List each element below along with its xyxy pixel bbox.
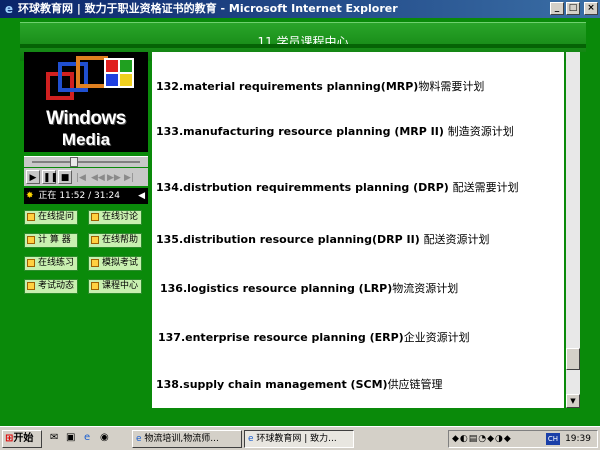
nav-bullet-icon: [27, 258, 35, 267]
term-english: 135.distribution resource planning(DRP I…: [156, 233, 424, 246]
term-english: 134.distrbution requiremments planning (…: [156, 181, 453, 194]
nav-online-question[interactable]: 在线提问: [24, 210, 78, 225]
maximize-button[interactable]: □: [566, 2, 580, 15]
term-chinese: 企业资源计划: [403, 331, 470, 344]
term-chinese: 物料需要计划: [418, 80, 485, 93]
language-indicator[interactable]: CH: [546, 433, 560, 445]
term-english: 137.enterprise resource planning (ERP): [158, 331, 404, 344]
start-button[interactable]: ⊞开始: [2, 430, 42, 448]
player-status: ✸ 正在 11:52 / 31:24 ◀: [24, 188, 148, 204]
nav-bullet-icon: [27, 212, 35, 221]
task-label: 环球教育网 | 致力...: [256, 434, 337, 444]
term-item: 134.distrbution requiremments planning (…: [156, 179, 519, 195]
start-label: 开始: [13, 433, 34, 444]
clock[interactable]: 19:39: [565, 431, 591, 447]
left-panel: Windows Media ▶ ❚❚ ■ |◀ ◀◀ ▶▶ ▶| ✸ 正在 11…: [20, 52, 150, 342]
quicklaunch-desktop-icon[interactable]: ▣: [66, 432, 75, 443]
page-right-edge: [580, 52, 600, 408]
lesson-content: 132.material requirements planning(MRP)物…: [152, 52, 564, 408]
nav-bullet-icon: [27, 281, 35, 290]
seek-bar[interactable]: [24, 156, 148, 167]
quicklaunch-media-icon[interactable]: ◉: [100, 432, 109, 443]
next-icon[interactable]: ▶|: [122, 170, 136, 184]
ie-icon: e: [4, 2, 14, 16]
nav-label: 在线练习: [38, 258, 75, 268]
status-time: 11:52 / 31:24: [59, 191, 120, 201]
term-chinese: 配送需要计划: [452, 181, 519, 194]
term-english: 138.supply chain management (SCM): [156, 378, 388, 391]
nav-bullet-icon: [91, 212, 99, 221]
close-button[interactable]: ×: [584, 2, 598, 15]
volume-icon[interactable]: ◀: [138, 188, 145, 204]
scroll-down-icon[interactable]: ▼: [566, 394, 580, 408]
nav-bullet-icon: [91, 258, 99, 267]
term-chinese: 供应链管理: [387, 378, 443, 391]
term-item: 137.enterprise resource planning (ERP)企业…: [158, 329, 470, 345]
status-label: 正在: [38, 191, 57, 201]
flag-pane-red: [106, 60, 118, 72]
stop-icon[interactable]: ■: [58, 170, 72, 184]
previous-icon[interactable]: |◀: [74, 170, 88, 184]
term-item: 135.distribution resource planning(DRP I…: [156, 231, 490, 247]
taskbar: ⊞开始 ✉ ▣ e ◉ e 物流培训,物流师... e 环球教育网 | 致力..…: [0, 426, 600, 450]
seek-track: [32, 161, 140, 163]
term-english: 133.manufacturing resource planning (MRP…: [156, 125, 448, 138]
logo-windows-text: Windows: [46, 108, 126, 129]
flag-pane-green: [120, 60, 132, 72]
player-controls: ▶ ❚❚ ■ |◀ ◀◀ ▶▶ ▶|: [24, 168, 148, 186]
term-english: 132.material requirements planning(MRP): [156, 80, 419, 93]
task-label: 物流培训,物流师...: [144, 434, 219, 444]
window-title: 环球教育网 | 致力于职业资格证书的教育 - Microsoft Interne…: [18, 2, 398, 15]
fast-forward-icon[interactable]: ▶▶: [106, 170, 121, 184]
status-sun-icon: ✸: [26, 191, 34, 201]
term-item: 136.logistics resource planning (LRP)物流资…: [160, 280, 458, 296]
nav-bullet-icon: [91, 281, 99, 290]
nav-online-discussion[interactable]: 在线讨论: [88, 210, 142, 225]
nav-label: 在线讨论: [102, 212, 139, 222]
play-icon[interactable]: ▶: [26, 170, 40, 184]
header-divider: [20, 44, 586, 48]
nav-label: 在线提问: [38, 212, 75, 222]
seek-thumb[interactable]: [70, 157, 78, 167]
term-item: 132.material requirements planning(MRP)物…: [156, 78, 484, 94]
task-button-edu[interactable]: e 环球教育网 | 致力...: [244, 430, 354, 448]
nav-course-center[interactable]: 课程中心: [88, 279, 142, 294]
nav-online-practice[interactable]: 在线练习: [24, 256, 78, 271]
quicklaunch-outlook-icon[interactable]: ✉: [50, 432, 58, 443]
nav-label: 考试动态: [38, 281, 75, 291]
nav-label: 模拟考试: [102, 258, 139, 268]
term-chinese: 制造资源计划: [447, 125, 514, 138]
nav-label: 课程中心: [102, 281, 139, 291]
nav-label: 在线帮助: [102, 235, 139, 245]
rewind-icon[interactable]: ◀◀: [90, 170, 105, 184]
task-button-logistics[interactable]: e 物流培训,物流师...: [132, 430, 242, 448]
logo-media-text: Media: [61, 130, 111, 149]
minimize-button[interactable]: _: [550, 2, 564, 15]
nav-online-help[interactable]: 在线帮助: [88, 233, 142, 248]
window-titlebar[interactable]: e 环球教育网 | 致力于职业资格证书的教育 - Microsoft Inter…: [0, 0, 600, 18]
tray-icons[interactable]: ◆◐▤◔◆◑◆: [452, 431, 512, 447]
flag-pane-blue: [106, 74, 118, 86]
nav-bullet-icon: [27, 235, 35, 244]
nav-label: 计 算 器: [38, 235, 71, 245]
vertical-scrollbar[interactable]: ▼: [566, 52, 580, 408]
nav-exam-news[interactable]: 考试动态: [24, 279, 78, 294]
term-english: 136.logistics resource planning (LRP): [160, 282, 393, 295]
quicklaunch-ie-icon[interactable]: e: [84, 432, 90, 443]
term-chinese: 配送资源计划: [423, 233, 490, 246]
pause-icon[interactable]: ❚❚: [42, 170, 58, 184]
windows-media-logo: Windows Media: [24, 52, 148, 152]
window-controls: _ □ ×: [550, 2, 598, 15]
term-item: 138.supply chain management (SCM)供应链管理: [156, 376, 443, 392]
nav-bullet-icon: [91, 235, 99, 244]
flag-pane-yellow: [120, 74, 132, 86]
windows-flag-icon: [104, 58, 134, 88]
nav-calculator[interactable]: 计 算 器: [24, 233, 78, 248]
term-chinese: 物流资源计划: [392, 282, 459, 295]
term-item: 133.manufacturing resource planning (MRP…: [156, 123, 514, 139]
scrollbar-thumb[interactable]: [566, 348, 580, 370]
nav-mock-exam[interactable]: 模拟考试: [88, 256, 142, 271]
system-tray: ◆◐▤◔◆◑◆ CH 19:39: [448, 430, 598, 448]
